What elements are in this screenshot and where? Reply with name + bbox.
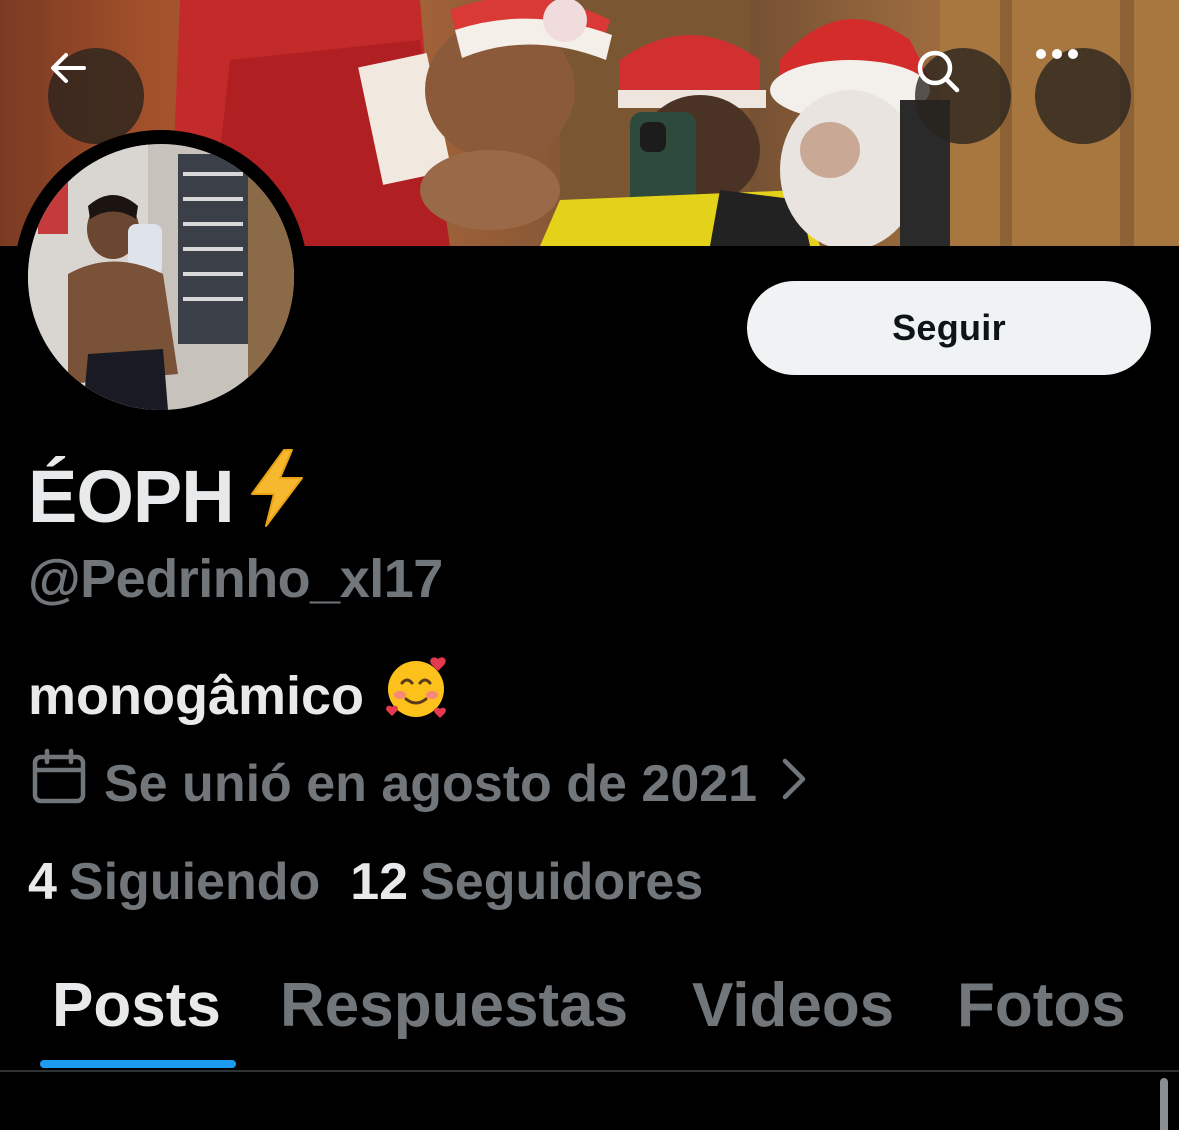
active-tab-indicator [40,1060,236,1068]
tab-fotos[interactable]: Fotos [957,970,1126,1041]
chevron-right-icon [781,754,807,814]
smiling-hearts-emoji [382,655,450,736]
following-stat[interactable]: 4 Siguiendo [28,852,320,912]
lightning-emoji [246,448,308,545]
avatar[interactable] [14,130,308,424]
tab-respuestas[interactable]: Respuestas [280,970,628,1041]
scrollbar[interactable] [1160,1078,1168,1130]
bio-text: monogâmico [28,665,365,726]
more-options-button[interactable] [1035,48,1131,144]
calendar-icon [30,748,88,819]
tab-posts[interactable]: Posts [52,970,221,1041]
back-button[interactable] [48,48,144,144]
follow-button[interactable]: Seguir [747,281,1151,375]
search-button[interactable] [915,48,1011,144]
joined-date-row[interactable]: Se unió en agosto de 2021 [30,748,807,819]
profile-page: Seguir ÉOPH @Pedrinho_xl17 monogâmico Se… [0,0,1179,1130]
followers-label: Seguidores [420,853,704,911]
joined-date-text: Se unió en agosto de 2021 [104,754,758,813]
tab-videos[interactable]: Videos [692,970,894,1041]
display-name-text: ÉOPH [28,455,235,538]
user-handle: @Pedrinho_xl17 [28,549,443,609]
follow-button-label: Seguir [892,307,1006,348]
following-label: Siguiendo [68,853,321,911]
follow-stats: 4 Siguiendo 12 Seguidores [28,852,733,912]
display-name: ÉOPH [28,448,308,545]
avatar-photo [28,144,294,410]
tabs-divider [0,1070,1179,1072]
followers-stat[interactable]: 12 Seguidores [350,852,703,912]
following-count: 4 [28,853,57,911]
profile-tabs: Posts Respuestas Videos Fotos [0,960,1179,1070]
bio: monogâmico [28,655,450,736]
followers-count: 12 [350,853,409,911]
